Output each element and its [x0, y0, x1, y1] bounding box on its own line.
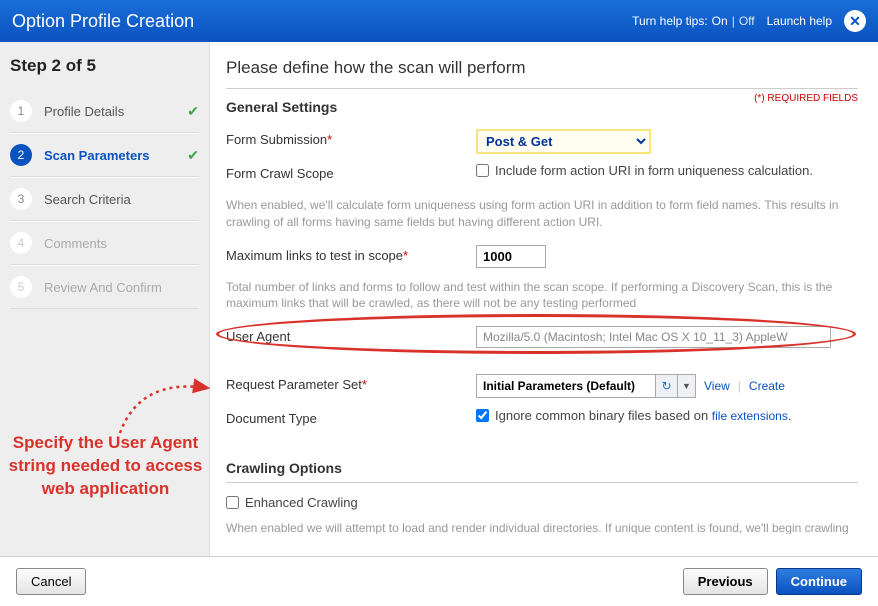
- form-submission-select[interactable]: Post & Get: [476, 129, 651, 154]
- step-search-criteria[interactable]: 3 Search Criteria: [10, 177, 199, 221]
- label-request-parameter-set: Request Parameter Set*: [226, 374, 476, 392]
- row-form-submission: Form Submission* Post & Get: [226, 129, 858, 155]
- label-form-submission: Form Submission*: [226, 129, 476, 147]
- label-user-agent: User Agent: [226, 326, 476, 344]
- row-request-parameter-set: Request Parameter Set* ↻ ▼ View | Create: [226, 374, 858, 400]
- view-link[interactable]: View: [704, 379, 730, 393]
- previous-button[interactable]: Previous: [683, 568, 768, 595]
- dialog-header: Option Profile Creation Turn help tips: …: [0, 0, 878, 42]
- include-form-action-label: Include form action URI in form uniquene…: [495, 163, 813, 178]
- enhanced-crawling-help: When enabled we will attempt to load and…: [226, 520, 858, 534]
- label-document-type: Document Type: [226, 408, 476, 426]
- page-title: Please define how the scan will perform: [226, 58, 858, 78]
- help-tips-toggle: Turn help tips: On | Off: [632, 14, 755, 28]
- row-user-agent: User Agent: [226, 326, 858, 352]
- step-number: 2: [10, 144, 32, 166]
- launch-help-link[interactable]: Launch help: [767, 14, 832, 28]
- create-link[interactable]: Create: [749, 379, 785, 393]
- user-agent-input[interactable]: [476, 326, 831, 348]
- step-heading: Step 2 of 5: [10, 56, 199, 76]
- header-controls: Turn help tips: On | Off Launch help ✕: [632, 10, 866, 32]
- step-scan-parameters[interactable]: 2 Scan Parameters ✔: [10, 133, 199, 177]
- divider: [226, 88, 858, 89]
- row-document-type: Document Type Ignore common binary files…: [226, 408, 858, 434]
- help-tips-label: Turn help tips:: [632, 14, 708, 28]
- parameter-set-combo: ↻ ▼: [476, 374, 696, 398]
- annotation-text: Specify the User Agent string needed to …: [8, 432, 203, 501]
- step-label: Search Criteria: [44, 192, 199, 207]
- separator: |: [732, 14, 735, 28]
- refresh-icon[interactable]: ↻: [656, 374, 678, 398]
- step-review-confirm[interactable]: 5 Review And Confirm: [10, 265, 199, 309]
- step-label: Scan Parameters: [44, 148, 175, 163]
- ignore-binary-checkbox[interactable]: [476, 409, 489, 422]
- check-icon: ✔: [187, 103, 199, 120]
- parameter-set-input[interactable]: [476, 374, 656, 398]
- continue-button[interactable]: Continue: [776, 568, 862, 595]
- enhanced-crawling-label: Enhanced Crawling: [245, 495, 358, 510]
- help-tips-off[interactable]: Off: [739, 14, 755, 28]
- required-fields-note: (*) REQUIRED FIELDS: [754, 93, 858, 104]
- max-links-help: Total number of links and forms to follo…: [226, 279, 858, 313]
- step-label: Review And Confirm: [44, 280, 199, 295]
- step-number: 4: [10, 232, 32, 254]
- step-number: 3: [10, 188, 32, 210]
- include-form-action-checkbox[interactable]: [476, 164, 489, 177]
- label-max-links: Maximum links to test in scope*: [226, 245, 476, 263]
- step-label: Profile Details: [44, 104, 175, 119]
- form-crawl-help: When enabled, we'll calculate form uniqu…: [226, 197, 858, 231]
- annotation-arrow-icon: [100, 368, 220, 438]
- separator: |: [738, 379, 741, 393]
- step-label: Comments: [44, 236, 199, 251]
- cancel-button[interactable]: Cancel: [16, 568, 86, 595]
- close-icon[interactable]: ✕: [844, 10, 866, 32]
- ignore-binary-label: Ignore common binary files based on file…: [495, 408, 791, 423]
- label-form-crawl-scope: Form Crawl Scope: [226, 163, 476, 181]
- row-form-crawl-scope: Form Crawl Scope Include form action URI…: [226, 163, 858, 189]
- main-panel: Please define how the scan will perform …: [210, 42, 878, 556]
- chevron-down-icon[interactable]: ▼: [678, 374, 696, 398]
- step-number: 5: [10, 276, 32, 298]
- dialog-title: Option Profile Creation: [12, 11, 194, 32]
- file-extensions-link[interactable]: file extensions: [712, 409, 788, 423]
- wizard-sidebar: Step 2 of 5 1 Profile Details ✔ 2 Scan P…: [0, 42, 210, 556]
- help-tips-on[interactable]: On: [712, 14, 728, 28]
- check-icon: ✔: [187, 147, 199, 164]
- row-max-links: Maximum links to test in scope*: [226, 245, 858, 271]
- max-links-input[interactable]: [476, 245, 546, 268]
- section-crawling-options: Crawling Options: [226, 460, 858, 483]
- row-enhanced-crawling: Enhanced Crawling: [226, 495, 858, 510]
- enhanced-crawling-checkbox[interactable]: [226, 496, 239, 509]
- dialog-footer: Cancel Previous Continue: [0, 556, 878, 606]
- step-comments[interactable]: 4 Comments: [10, 221, 199, 265]
- step-profile-details[interactable]: 1 Profile Details ✔: [10, 90, 199, 133]
- step-number: 1: [10, 100, 32, 122]
- step-list: 1 Profile Details ✔ 2 Scan Parameters ✔ …: [10, 90, 199, 309]
